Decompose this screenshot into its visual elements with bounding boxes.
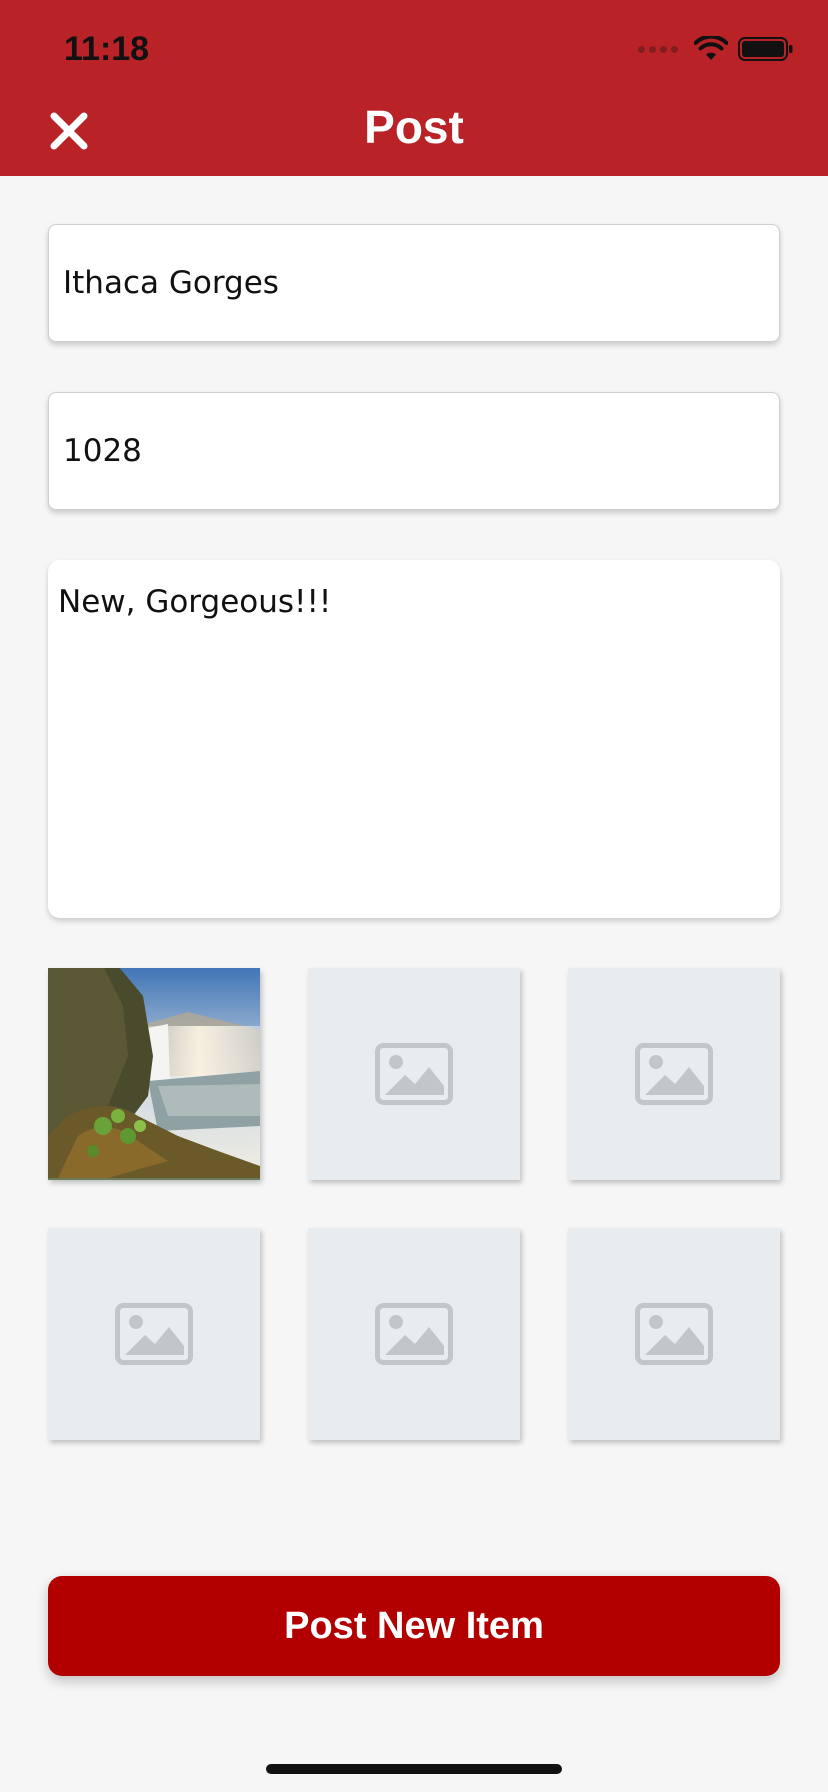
home-indicator[interactable] [266,1764,562,1774]
page-title: Post [364,101,464,153]
photo-slot-3[interactable] [568,968,780,1180]
battery-icon [738,36,794,62]
image-placeholder-icon [635,1303,713,1365]
photo-slot-2[interactable] [308,968,520,1180]
item-description-input[interactable]: New, Gorgeous!!! [58,582,770,896]
photo-slot-6[interactable] [568,1228,780,1440]
photo-slot-4[interactable] [48,1228,260,1440]
post-new-item-button[interactable]: Post New Item [48,1576,780,1676]
photo-slot-5[interactable] [308,1228,520,1440]
item-title-input[interactable] [63,265,765,301]
image-placeholder-icon [635,1043,713,1105]
image-placeholder-icon [375,1043,453,1105]
image-placeholder-icon [115,1303,193,1365]
status-time: 11:18 [64,30,150,68]
photo-slot-1[interactable] [48,968,260,1180]
header-bar: 11:18 Post [0,0,828,176]
item-price-field[interactable] [48,392,780,510]
waterfall-photo [48,968,260,1180]
post-item-screen: 11:18 Post Ithaca Gorges 1028 New, Gorge… [0,0,828,1792]
cellular-signal-icon [638,45,678,53]
status-icons [638,36,794,62]
item-title-field[interactable] [48,224,780,342]
image-placeholder-icon [375,1303,453,1365]
item-description-field[interactable]: New, Gorgeous!!! [48,560,780,918]
wifi-icon [694,36,728,62]
item-price-input[interactable] [63,433,765,469]
